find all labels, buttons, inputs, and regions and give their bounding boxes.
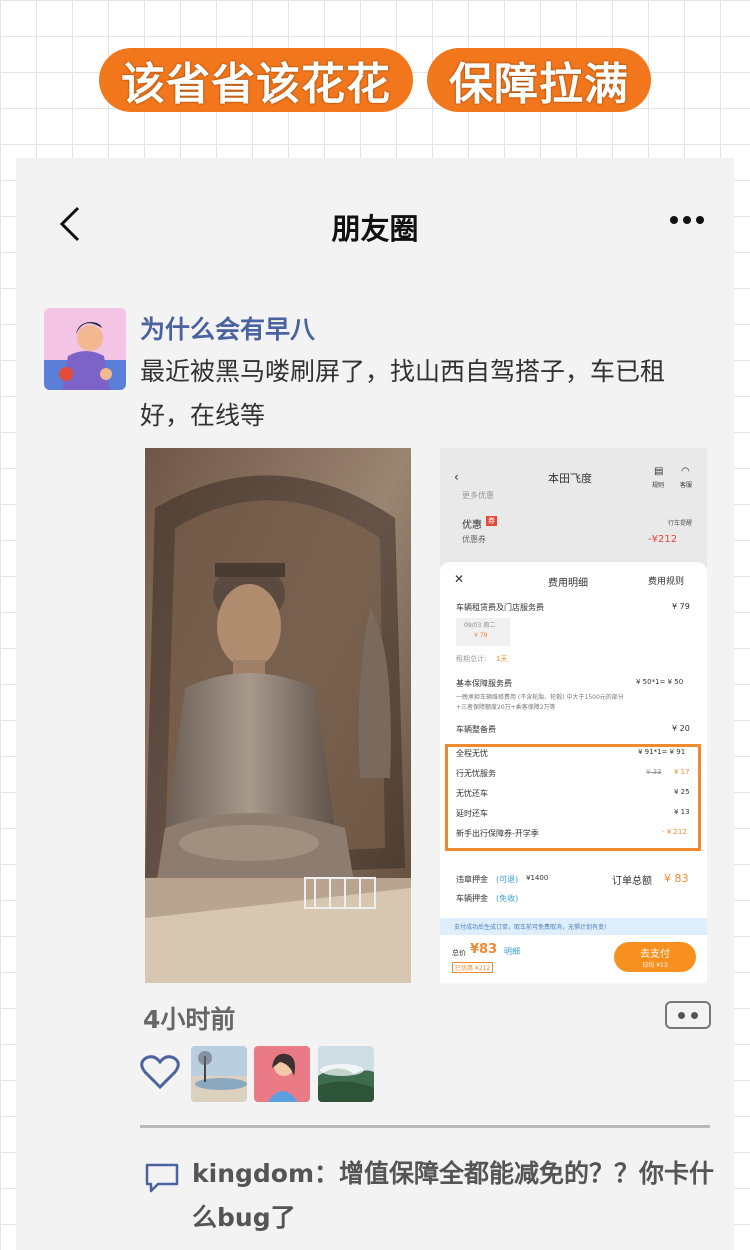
order-total-label: 订单总额 <box>612 876 652 887</box>
pay-button[interactable]: 去支付 日均 ¥13 <box>614 942 696 972</box>
prep-value: ¥ 20 <box>672 724 690 733</box>
liker-avatar-girl[interactable] <box>254 1046 310 1102</box>
pay-button-label: 去支付 <box>640 949 670 960</box>
deposit2-label: 车辆押金 <box>456 894 488 903</box>
sheet-rules-link[interactable]: 费用规则 <box>648 574 684 587</box>
deposit1-tag: (可退) <box>496 875 519 884</box>
highlight-box <box>445 744 701 851</box>
more-actions-button[interactable] <box>665 1001 711 1029</box>
rule-icon[interactable]: ▤ <box>654 466 663 477</box>
headset-icon[interactable]: ◠ <box>681 466 690 477</box>
coupon-label: 优惠券 <box>462 535 486 544</box>
heart-icon[interactable] <box>140 1054 180 1090</box>
divider <box>140 1125 710 1128</box>
more-dots-icon[interactable] <box>670 216 704 224</box>
receipt-car-name: 本田飞度 <box>548 472 592 485</box>
total-label: 总价 <box>452 949 466 957</box>
deposit2-tag: (免收) <box>496 894 519 903</box>
photo-buddha-statue[interactable] <box>145 448 411 983</box>
receipt-notice: 支付成功后生成订单，取车前可免费取消，无惧计划有变! <box>454 924 607 931</box>
discount-label: 优惠 <box>462 520 482 531</box>
comment-icon[interactable] <box>144 1162 180 1194</box>
moments-card: 朋友圈 为什么会有早八 最近被黑马喽刷屏了，找山西自驾搭子，车已租好，在线等 ‹… <box>16 158 734 1250</box>
receipt-notice-bar: 支付成功后生成订单，取车前可免费取消，无惧计划有变! <box>440 918 707 935</box>
receipt-top-area: ‹ 本田飞度 ▤ 规则 ◠ 客服 更多优惠 优惠 券 优惠券 -¥212 行车提… <box>440 448 707 570</box>
deposit1-label: 违章押金 <box>456 875 488 884</box>
basic-desc2: +三者保障额度20万+乘客保障2万等 <box>456 704 556 711</box>
comment-author[interactable]: kingdom <box>192 1159 314 1188</box>
deposit1-value: ¥1400 <box>526 874 549 882</box>
photo-booking-receipt[interactable]: ‹ 本田飞度 ▤ 规则 ◠ 客服 更多优惠 优惠 券 优惠券 -¥212 行车提… <box>440 448 707 983</box>
rule-label: 规则 <box>652 482 665 489</box>
pay-button-sub: 日均 ¥13 <box>642 962 668 969</box>
page-title: 朋友圈 <box>331 212 419 246</box>
comment-item: kingdom：增值保障全都能减免的？？你卡什么bug了 <box>192 1152 732 1240</box>
chevron-left-icon[interactable]: ‹ <box>454 470 459 484</box>
basic-desc1: 一晚承担车辆维修费用 (不含轮胎、轮毂) 中大于1500元的部分 <box>456 694 624 701</box>
rent-value: ¥ 79 <box>672 602 690 611</box>
post-username[interactable]: 为什么会有早八 <box>140 310 315 346</box>
service-label: 客服 <box>680 482 693 489</box>
reminder-label: 行车提醒 <box>668 520 693 527</box>
discount-tag: 券 <box>486 516 497 526</box>
avatar[interactable] <box>44 308 126 390</box>
liker-avatar-mountain[interactable] <box>318 1046 374 1102</box>
order-total-value: ¥ 83 <box>664 872 689 885</box>
close-icon[interactable]: ✕ <box>454 572 464 586</box>
basic-label: 基本保障服务费 <box>456 679 512 688</box>
saved-tag: 已优惠 ¥212 <box>452 962 494 973</box>
comment-separator: ： <box>314 1159 340 1188</box>
headline-pill-right: 保障拉满 <box>427 48 651 112</box>
headline: 该省省该花花 保障拉满 <box>0 48 750 118</box>
post-text: 最近被黑马喽刷屏了，找山西自驾搭子，车已租好，在线等 <box>140 357 666 430</box>
detail-link[interactable]: 明细 <box>504 946 520 957</box>
date-price: ¥ 79 <box>474 632 488 639</box>
date-chip: 09/03 周二 <box>464 622 496 629</box>
total-days-label: 租期总计: <box>456 655 487 663</box>
headline-pill-left: 该省省该花花 <box>99 48 413 112</box>
coupon-value: -¥212 <box>648 534 678 545</box>
liker-avatar-lake[interactable] <box>191 1046 247 1102</box>
basic-value: ¥ 50*1= ¥ 50 <box>636 678 684 686</box>
total-days-value: 1天 <box>496 655 508 663</box>
rent-label: 车辆租赁费及门店服务费 <box>456 603 544 612</box>
sheet-title: 费用明细 <box>548 578 588 589</box>
total-value: ¥83 <box>470 942 498 957</box>
prep-label: 车辆整备费 <box>456 725 496 734</box>
post-time: 4小时前 <box>143 1005 236 1034</box>
promo-label: 更多优惠 <box>462 491 494 500</box>
